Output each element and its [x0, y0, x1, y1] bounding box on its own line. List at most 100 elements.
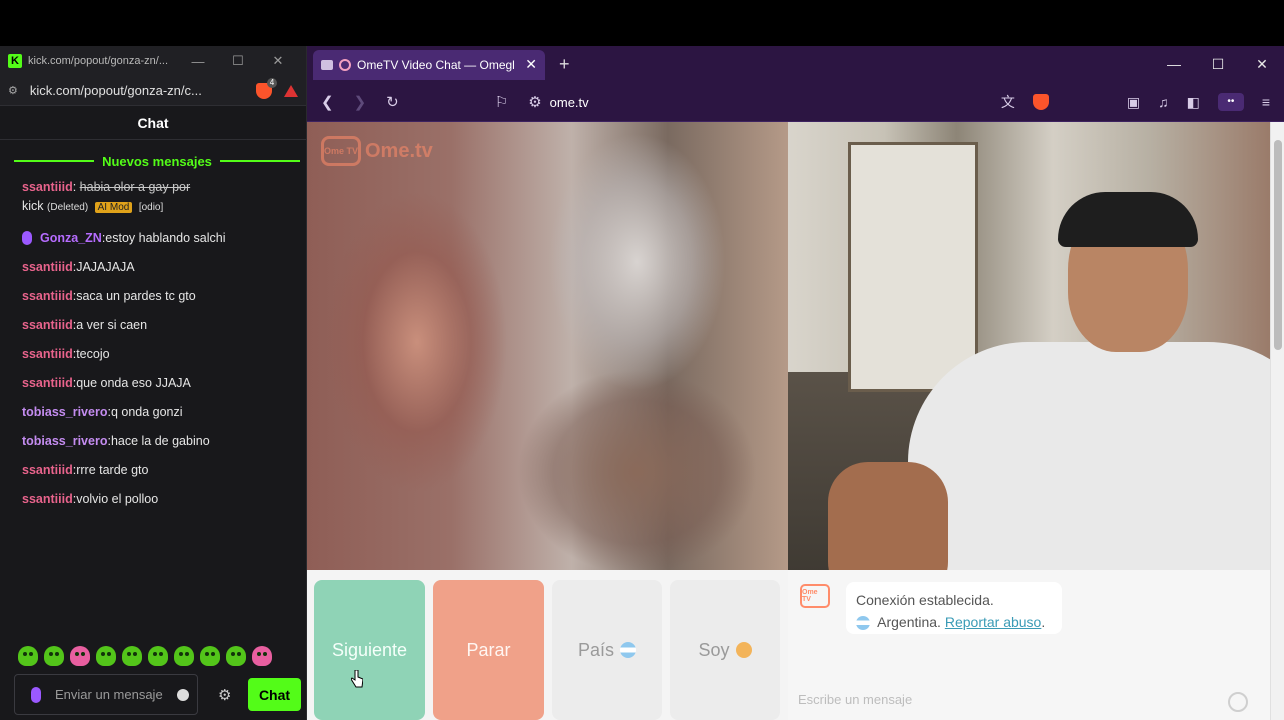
new-messages-divider: Nuevos mensajes: [0, 152, 306, 170]
emote-icon[interactable]: [70, 646, 90, 666]
emote-icon[interactable]: [226, 646, 246, 666]
aimod-badge: AI Mod: [94, 202, 133, 213]
toolbar-right: 文 ▣ ♫ ◧ •• ≡: [1001, 92, 1270, 112]
chat-message-text: a ver si caen: [76, 317, 148, 332]
chat-username[interactable]: Gonza_ZN: [40, 231, 102, 245]
emote-icon[interactable]: [122, 646, 142, 666]
chat-input[interactable]: Enviar un mensaje: [14, 674, 198, 715]
brave-shields-icon[interactable]: [1032, 94, 1049, 110]
emote-icon[interactable]: [252, 646, 272, 666]
chat-username[interactable]: ssantiiid: [22, 347, 73, 361]
chat-settings-icon[interactable]: ⚙: [218, 686, 231, 704]
arm: [828, 462, 948, 570]
self-video: [788, 122, 1270, 570]
chat-username[interactable]: ssantiiid: [22, 260, 73, 274]
ometv-page: Ome TV Ome.tv Siguiente Parar País Soy O…: [307, 122, 1284, 720]
menu-icon[interactable]: ≡: [1262, 94, 1270, 110]
stop-label: Parar: [466, 639, 511, 660]
cap: [1058, 192, 1198, 247]
emote-icon[interactable]: [44, 646, 64, 666]
maximize-icon[interactable]: ☐: [1196, 56, 1240, 73]
brave-shields-icon[interactable]: [256, 77, 277, 99]
page-scrollbar[interactable]: [1270, 122, 1284, 720]
close-icon[interactable]: ✕: [1240, 56, 1284, 73]
chat-send-button[interactable]: Chat: [248, 678, 301, 711]
chat-message: tobiass_rivero: q onda gonzi: [22, 397, 296, 426]
deleted-tag: (Deleted): [47, 202, 89, 213]
chat-message: ssantiiid: rrre tarde gto: [22, 455, 296, 484]
wallet-icon[interactable]: ••: [1217, 93, 1244, 111]
country-button[interactable]: País: [552, 580, 662, 720]
site-info-icon[interactable]: ⚙: [528, 93, 541, 111]
chat-message: ssantiiid: saca un pardes tc gto: [22, 281, 296, 310]
message-input[interactable]: Escribe un mensaje: [798, 692, 1238, 707]
deleted-text: habia olor a gay por: [79, 180, 191, 194]
stop-button[interactable]: Parar: [433, 580, 544, 720]
system-message: Conexión establecida. Argentina. Reporta…: [846, 582, 1062, 634]
face-icon: [735, 642, 752, 658]
chat-input-placeholder: Enviar un mensaje: [55, 686, 163, 702]
navigation-bar: ❮ ❯ ↻ ⚐ ⚙ ome.tv 文 ▣ ♫ ◧ •• ≡: [307, 83, 1284, 122]
emote-icon[interactable]: [18, 646, 38, 666]
divider-line-left: [14, 160, 95, 162]
close-tab-icon[interactable]: ✕: [525, 56, 537, 73]
address-bar[interactable]: ome.tv: [550, 95, 589, 110]
chat-username[interactable]: ssantiiid: [22, 289, 73, 303]
music-icon[interactable]: ♫: [1158, 94, 1169, 110]
forward-icon[interactable]: ❯: [354, 93, 367, 111]
close-icon[interactable]: ✕: [258, 53, 298, 69]
next-label: Siguiente: [331, 639, 408, 660]
chat-message-deleted: ssantiiid: habia olor a gay por kick (De…: [22, 174, 296, 223]
chat-title: Chat: [0, 106, 306, 140]
chat-message-text: estoy hablando salchi: [105, 230, 226, 245]
minimize-icon[interactable]: —: [1152, 56, 1196, 73]
flag-icon: [856, 616, 870, 631]
divider-line-right: [219, 160, 300, 162]
emote-bar: [18, 646, 272, 666]
chat-message-text: tecojo: [76, 346, 110, 361]
chat-username[interactable]: ssantiiid: [22, 463, 73, 477]
sidebar-icon[interactable]: ◧: [1187, 94, 1200, 111]
chat-messages: ssantiiid: habia olor a gay por kick (De…: [0, 170, 306, 513]
cursor-icon: [351, 670, 363, 688]
translate-icon[interactable]: 文: [1001, 92, 1015, 112]
bookmark-icon[interactable]: ⚐: [495, 93, 508, 111]
reload-icon[interactable]: ↻: [386, 93, 399, 111]
emoji-picker-icon[interactable]: [177, 688, 189, 701]
screenshot-icon[interactable]: ▣: [1127, 94, 1140, 111]
gender-button[interactable]: Soy: [670, 580, 780, 720]
colon: :: [72, 180, 80, 194]
emote-icon[interactable]: [200, 646, 220, 666]
emote-icon[interactable]: [174, 646, 194, 666]
minimize-icon[interactable]: —: [178, 54, 218, 69]
chat-username[interactable]: ssantiiid: [22, 318, 73, 332]
maximize-icon[interactable]: ☐: [218, 53, 258, 69]
audio-icon[interactable]: [321, 59, 333, 70]
chat-username[interactable]: ssantiiid: [22, 492, 73, 506]
scrollbar-thumb[interactable]: [1274, 140, 1282, 350]
kick-url[interactable]: kick.com/popout/gonza-zn/c...: [30, 83, 246, 98]
chat-message-text: q onda gonzi: [110, 404, 183, 419]
back-icon[interactable]: ❮: [321, 93, 334, 111]
tab-ometv[interactable]: OmeTV Video Chat — Omegl ✕: [313, 49, 545, 80]
browser-window: OmeTV Video Chat — Omegl ✕ + — ☐ ✕ ❮ ❯ ↻…: [307, 46, 1284, 720]
chat-username[interactable]: tobiass_rivero: [22, 434, 107, 448]
emoji-icon[interactable]: [1228, 692, 1248, 712]
mic-icon: [31, 686, 41, 703]
chat-username[interactable]: tobiass_rivero: [22, 405, 107, 419]
report-abuse-link[interactable]: Reportar abuso: [945, 614, 1042, 630]
next-button[interactable]: Siguiente: [314, 580, 425, 720]
new-tab-icon[interactable]: +: [559, 54, 570, 75]
streamer-person: [828, 182, 1270, 570]
emote-icon[interactable]: [96, 646, 116, 666]
kick-window-title: kick.com/popout/gonza-zn/...: [28, 55, 169, 67]
brave-rewards-icon[interactable]: [284, 84, 298, 97]
reason-tag: [odio]: [138, 202, 164, 213]
ometv-tv-icon: Ome TV: [321, 136, 361, 166]
ometv-chat-panel: Ome TV Conexión establecida. Argentina. …: [788, 570, 1270, 720]
site-settings-icon[interactable]: ⚙: [8, 84, 18, 97]
recording-icon: [339, 58, 351, 71]
emote-icon[interactable]: [148, 646, 168, 666]
chat-username[interactable]: ssantiiid: [22, 376, 73, 390]
chat-username[interactable]: ssantiiid: [22, 180, 73, 194]
